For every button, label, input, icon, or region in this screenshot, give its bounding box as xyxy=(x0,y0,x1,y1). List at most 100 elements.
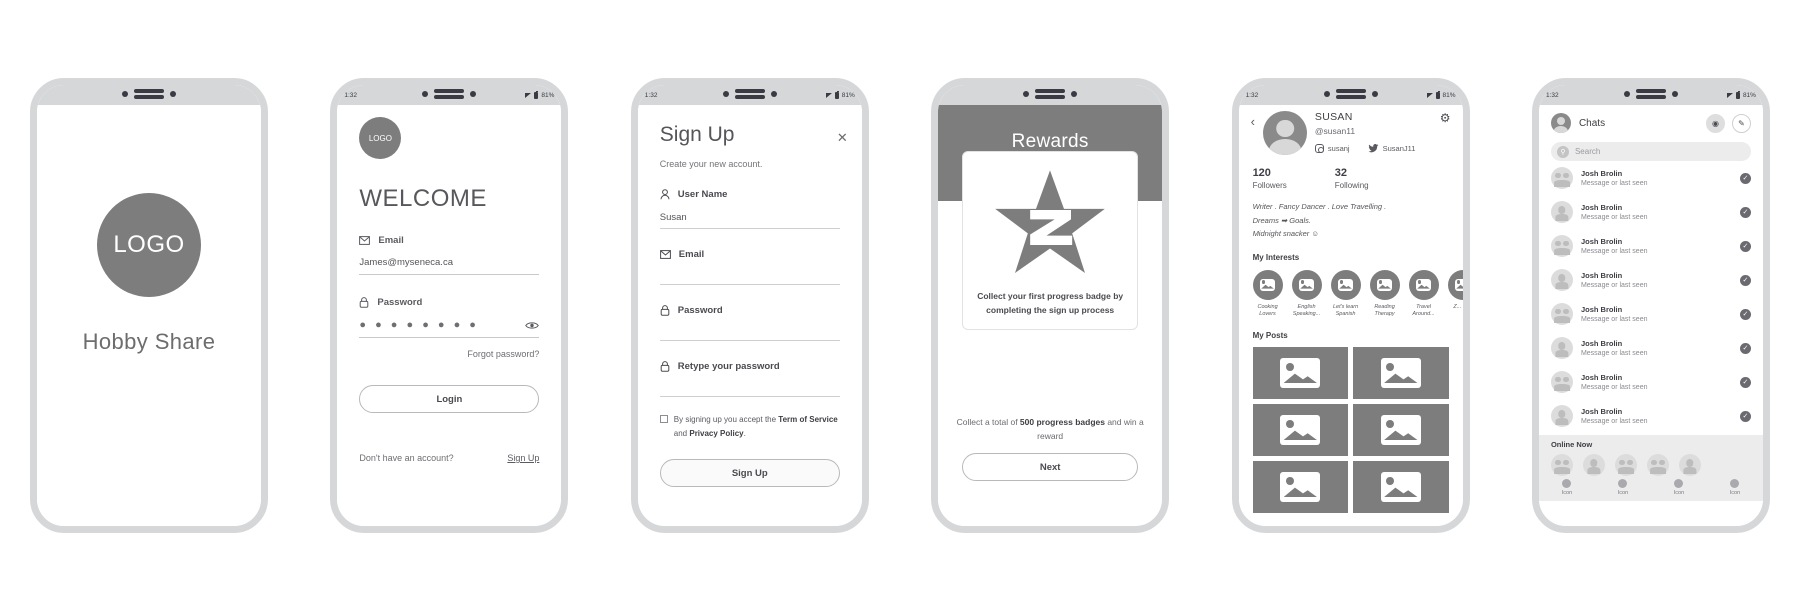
search-bar[interactable]: ⚲ Search xyxy=(1550,142,1751,161)
interest-label: English Speaking... xyxy=(1292,303,1321,318)
twitter-icon xyxy=(1367,144,1379,153)
terms-of-service-link[interactable]: Term of Service xyxy=(778,415,837,424)
phone-profile: 1:32 81% ‹ SUSAN @susan11 susanj SusanJ1… xyxy=(1231,78,1470,533)
terms-prefix: By signing up you accept the xyxy=(673,415,779,424)
online-avatar[interactable] xyxy=(1550,454,1573,476)
online-avatar[interactable] xyxy=(1678,454,1701,476)
check-circle-icon: ✓ xyxy=(1739,172,1751,184)
speaker-icon xyxy=(734,89,765,99)
online-avatar[interactable] xyxy=(1582,454,1605,476)
chevron-left-icon[interactable]: ‹ xyxy=(1251,111,1255,128)
camera-dot-icon xyxy=(422,90,429,97)
eye-icon[interactable] xyxy=(525,321,540,330)
chat-list-item[interactable]: Josh Brolin Message or last seen ✓ xyxy=(1539,399,1763,433)
phone-screen-profile: 1:32 81% ‹ SUSAN @susan11 susanj SusanJ1… xyxy=(1238,85,1463,526)
status-bar-profile: 1:32 81% xyxy=(1238,85,1463,105)
avatar[interactable] xyxy=(1550,113,1571,133)
login-body: LOGO WELCOME Email James@myseneca.ca Pas… xyxy=(337,117,561,526)
following-label: Following xyxy=(1334,181,1369,190)
tab-item[interactable]: Icon xyxy=(1707,476,1763,501)
post-thumbnail[interactable] xyxy=(1252,403,1349,456)
password-label-row: Password xyxy=(660,305,840,316)
interests-list[interactable]: Cooking Lovers English Speaking... Let's… xyxy=(1239,262,1463,319)
tab-item[interactable]: Icon xyxy=(1651,476,1707,501)
image-placeholder-icon xyxy=(1291,269,1322,300)
forgot-password-link[interactable]: Forgot password? xyxy=(359,349,539,359)
check-circle-icon: ✓ xyxy=(1739,376,1751,388)
chat-preview: Message or last seen xyxy=(1580,350,1648,357)
email-input[interactable] xyxy=(659,272,840,285)
tab-item[interactable]: Icon xyxy=(1595,476,1651,501)
password-input[interactable] xyxy=(659,328,840,341)
instagram-link[interactable]: susanj xyxy=(1314,144,1350,153)
online-avatar[interactable] xyxy=(1646,454,1669,476)
check-circle-icon: ✓ xyxy=(1739,342,1751,354)
check-circle-icon: ✓ xyxy=(1739,274,1751,286)
phone-signup: 1:32 81% ✕ Sign Up Create your new accou… xyxy=(630,78,869,533)
terms-text: By signing up you accept the Term of Ser… xyxy=(674,413,840,441)
login-button[interactable]: Login xyxy=(359,385,540,413)
chats-body: Chats ◉ ✎ ⚲ Search Josh Brolin Message o… xyxy=(1538,105,1763,526)
status-bar-rewards xyxy=(938,85,1163,105)
gear-icon[interactable]: ⚙ xyxy=(1440,111,1451,125)
interest-label: Let's learn Spanish xyxy=(1332,303,1359,318)
interest-item[interactable]: Reading Therapy xyxy=(1369,269,1400,319)
chat-list-item[interactable]: Josh Brolin Message or last seen ✓ xyxy=(1539,297,1763,331)
phone-chats: 1:32 81% Chats ◉ ✎ ⚲ Search Josh Brolin … xyxy=(1531,78,1770,533)
privacy-policy-link[interactable]: Privacy Policy xyxy=(689,429,743,438)
chat-list-item[interactable]: Josh Brolin Message or last seen ✓ xyxy=(1539,263,1763,297)
envelope-icon xyxy=(359,236,371,245)
terms-checkbox[interactable] xyxy=(659,415,668,423)
chat-preview: Message or last seen xyxy=(1580,418,1648,425)
instagram-handle: susanj xyxy=(1327,144,1350,153)
page-title: Chats xyxy=(1578,117,1606,129)
pencil-icon[interactable]: ✎ xyxy=(1731,113,1751,133)
chat-name: Josh Brolin xyxy=(1580,203,1623,212)
post-thumbnail[interactable] xyxy=(1353,403,1449,456)
search-input[interactable]: Search xyxy=(1575,147,1600,156)
chat-list-item[interactable]: Josh Brolin Message or last seen ✓ xyxy=(1539,161,1763,195)
reward-subtext: Collect a total of 500 progress badges a… xyxy=(938,415,1162,444)
following-stat[interactable]: 32 Following xyxy=(1335,167,1369,190)
twitter-link[interactable]: SusanJ11 xyxy=(1367,144,1415,153)
online-avatar[interactable] xyxy=(1614,454,1637,476)
chat-list-item[interactable]: Josh Brolin Message or last seen ✓ xyxy=(1539,195,1763,229)
camera-dot-icon xyxy=(1323,90,1330,97)
signup-link[interactable]: Sign Up xyxy=(507,453,539,463)
interest-item[interactable]: Cooking Lovers xyxy=(1252,269,1283,319)
status-right: 81% xyxy=(1426,90,1456,99)
camera-icon[interactable]: ◉ xyxy=(1705,113,1725,133)
signup-button[interactable]: Sign Up xyxy=(659,459,840,487)
interest-label: Travel Around... xyxy=(1412,303,1435,318)
chat-list-item[interactable]: Josh Brolin Message or last seen ✓ xyxy=(1539,331,1763,365)
speaker-icon xyxy=(434,89,465,99)
next-button[interactable]: Next xyxy=(962,453,1139,481)
chat-list-item[interactable]: Josh Brolin Message or last seen ✓ xyxy=(1539,365,1763,399)
close-icon[interactable]: ✕ xyxy=(837,131,848,144)
post-thumbnail[interactable] xyxy=(1252,346,1349,399)
battery-icon xyxy=(534,90,539,99)
interest-item[interactable]: Z... O... xyxy=(1447,269,1463,319)
posts-grid xyxy=(1239,340,1463,513)
chat-list-item[interactable]: Josh Brolin Message or last seen ✓ xyxy=(1539,229,1763,263)
tab-item[interactable]: Icon xyxy=(1539,476,1595,501)
search-icon: ⚲ xyxy=(1556,145,1569,158)
post-thumbnail[interactable] xyxy=(1353,346,1449,399)
email-input[interactable]: James@myseneca.ca xyxy=(359,257,540,275)
retype-password-input[interactable] xyxy=(659,384,840,397)
interest-item[interactable]: English Speaking... xyxy=(1291,269,1322,319)
status-time: 1:32 xyxy=(1245,91,1259,99)
battery-percent: 81% xyxy=(841,91,855,99)
chat-name: Josh Brolin xyxy=(1580,305,1623,314)
chat-text: Josh Brolin Message or last seen xyxy=(1581,407,1732,425)
speaker-icon xyxy=(1035,89,1066,99)
interest-item[interactable]: Travel Around... xyxy=(1408,269,1439,319)
interest-item[interactable]: Let's learn Spanish xyxy=(1330,269,1361,319)
image-placeholder-icon xyxy=(1447,269,1463,300)
camera-dot-icon xyxy=(122,90,128,97)
post-thumbnail[interactable] xyxy=(1353,460,1449,513)
password-input[interactable]: ● ● ● ● ● ● ● ● xyxy=(359,319,540,338)
post-thumbnail[interactable] xyxy=(1252,460,1349,513)
username-input[interactable]: Susan xyxy=(659,212,840,229)
followers-stat[interactable]: 120 Followers xyxy=(1253,167,1287,190)
